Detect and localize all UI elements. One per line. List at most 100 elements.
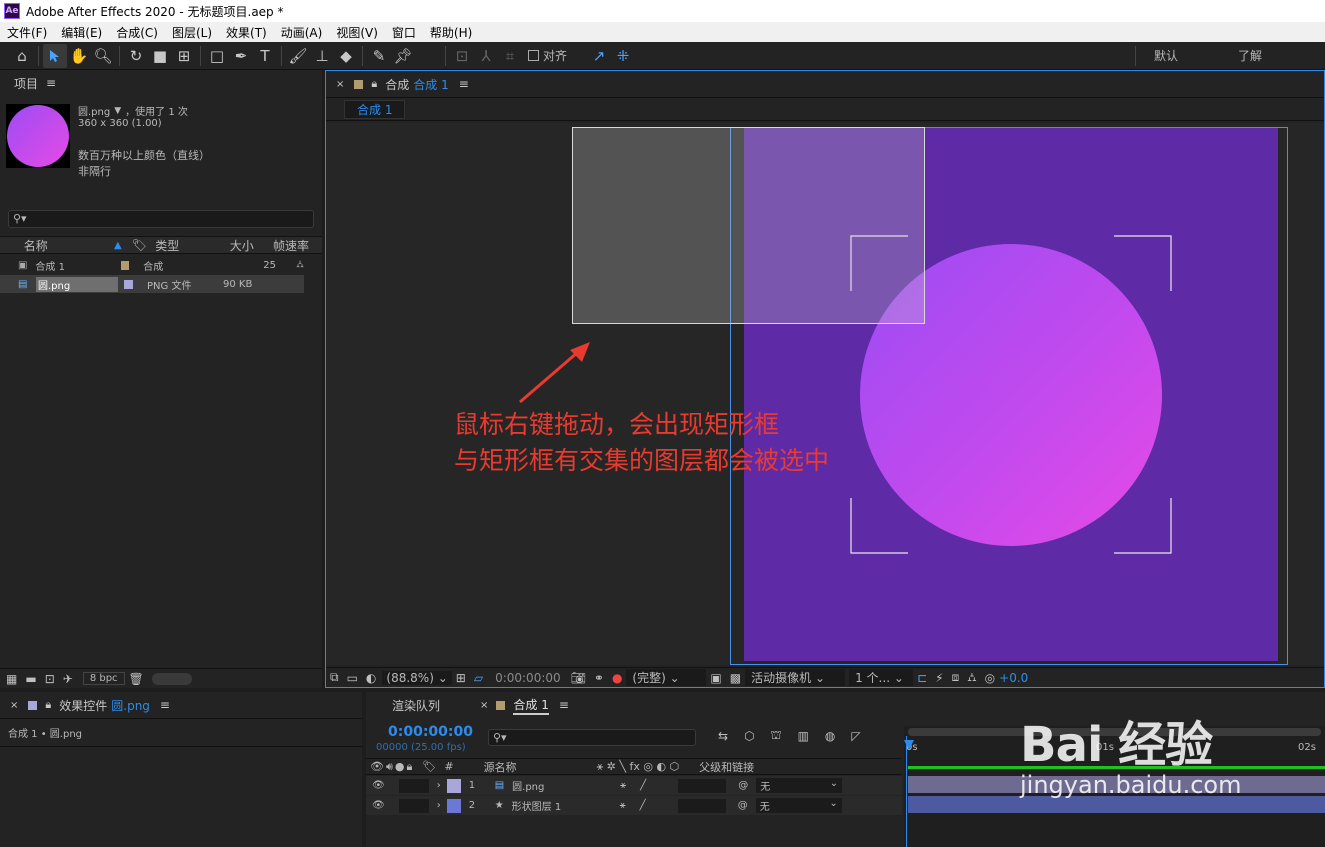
lock-icon[interactable]: 🔒︎ (371, 77, 377, 91)
region-of-interest-icon[interactable]: ▱ (474, 671, 483, 685)
monitor-icon[interactable]: ▭ (347, 671, 358, 685)
comp-tab[interactable]: × 🔒︎ 合成 合成 1 ≡ (326, 71, 1324, 97)
quality-switch-icon[interactable]: ╱ (640, 780, 646, 791)
view-axis-icon[interactable]: ⌗ (498, 44, 522, 68)
menu-edit[interactable]: 编辑(E) (54, 24, 109, 41)
layer-switches-left[interactable] (398, 798, 429, 813)
selection-tool-icon[interactable] (43, 43, 67, 68)
layer-switches-right[interactable] (677, 798, 726, 813)
adjust-icon[interactable]: ✈ (63, 672, 73, 686)
always-preview-icon[interactable]: ⧉ (330, 670, 339, 685)
menu-help[interactable]: 帮助(H) (423, 24, 479, 41)
resolution-dropdown[interactable]: (完整) ⌄ (626, 669, 707, 686)
expand-chevron-icon[interactable]: › (437, 800, 441, 811)
menu-composition[interactable]: 合成(C) (109, 24, 165, 41)
pick-whip-icon[interactable]: @ (738, 780, 748, 791)
menu-effect[interactable]: 效果(T) (219, 24, 274, 41)
label-swatch[interactable] (124, 279, 133, 289)
camera-dropdown[interactable]: 活动摄像机 ⌄ (745, 669, 846, 686)
shy-switch-icon[interactable]: ⚹ (620, 800, 626, 811)
snapshot-icon[interactable]: 📷︎ (571, 671, 586, 685)
timeline-search-input[interactable]: ⚲▾ (488, 729, 696, 746)
panel-menu-icon[interactable]: ≡ (46, 76, 56, 90)
snap-features-icon[interactable]: ⁜ (611, 44, 635, 68)
lock-icon[interactable]: 🔒︎ (45, 698, 51, 712)
lock-icon[interactable]: 🔒︎ (407, 760, 413, 774)
zoom-tool-icon[interactable]: 🔍︎ (91, 44, 115, 68)
fast-preview-icon[interactable]: ▣ (710, 671, 721, 685)
thumbnail-slider[interactable] (151, 672, 192, 685)
effects-tab[interactable]: × 🔒︎ 效果控件 圆.png ≡ (0, 692, 362, 718)
video-switch-icon[interactable]: 👁︎ (370, 760, 384, 773)
label-tag-icon[interactable]: 🏷︎ (132, 238, 156, 252)
col-size[interactable]: 大小 (230, 237, 273, 254)
camera-tool-icon[interactable]: ■ (148, 44, 172, 68)
draft-3d-icon[interactable]: ⬡ (744, 729, 754, 743)
col-name[interactable]: 名称 (16, 237, 114, 254)
comp-mini-flowchart-icon[interactable]: ⇆ (718, 729, 728, 743)
views-dropdown[interactable]: 1 个... ⌄ (849, 669, 914, 686)
puppet-pin-tool-icon[interactable]: 📌︎ (391, 44, 415, 68)
show-snapshot-icon[interactable]: ⚭ (594, 671, 604, 685)
audio-switch-icon[interactable]: 🔊︎ (386, 760, 393, 774)
transparency-grid-icon[interactable]: ▩ (730, 671, 741, 685)
layer-name[interactable]: 圆.png (512, 778, 612, 793)
expand-chevron-icon[interactable]: › (437, 780, 441, 791)
brush-tool-icon[interactable]: 🖌︎ (286, 44, 310, 68)
comp-breadcrumb[interactable]: 合成 1 (344, 99, 406, 119)
workspace-learn[interactable]: 了解 (1238, 47, 1262, 64)
shy-switch-icon[interactable]: ⚹ (620, 780, 626, 791)
menu-view[interactable]: 视图(V) (329, 24, 385, 41)
label-swatch[interactable] (446, 798, 461, 813)
project-row-selected[interactable]: ▤ 圆.png PNG 文件 90 KB (0, 275, 304, 293)
workspace-default[interactable]: 默认 (1154, 47, 1178, 64)
layer-switches-left[interactable] (398, 778, 429, 793)
current-time[interactable]: 0:00:00:00 (495, 671, 561, 685)
fast-previews-icon[interactable]: ⚡ (935, 671, 943, 685)
menu-animation[interactable]: 动画(A) (274, 24, 330, 41)
timeline-layer-row[interactable]: 👁︎ › 2 ★ 形状图层 1 ⚹ ╱ @ 无 ⌄ (366, 796, 902, 815)
parent-dropdown[interactable]: 无 ⌄ (755, 798, 842, 813)
close-icon[interactable]: × (10, 700, 18, 711)
snap-edges-icon[interactable]: ↗ (587, 44, 611, 68)
col-fps[interactable]: 帧速率 (273, 237, 322, 254)
trash-icon[interactable]: 🗑︎ (129, 672, 144, 686)
snap-toggle[interactable]: 对齐 (528, 47, 567, 64)
interpret-footage-icon[interactable]: ▦ (6, 672, 17, 686)
pen-tool-icon[interactable]: ✒ (229, 44, 253, 68)
mask-visibility-icon[interactable]: ◐ (366, 671, 376, 685)
close-icon[interactable]: × (480, 700, 488, 711)
reset-exposure-icon[interactable]: ◎ (985, 671, 995, 685)
graph-editor-icon[interactable]: ◸ (851, 729, 860, 743)
type-tool-icon[interactable]: T (253, 44, 277, 68)
panel-menu-icon[interactable]: ≡ (459, 77, 469, 91)
exposure-value[interactable]: +0.0 (999, 671, 1028, 685)
menu-window[interactable]: 窗口 (385, 24, 423, 41)
timecode[interactable]: 0:00:00:00 (388, 724, 473, 740)
panel-menu-icon[interactable]: ≡ (559, 698, 569, 712)
col-source-name[interactable]: 源名称 (484, 759, 517, 775)
label-swatch[interactable] (120, 260, 130, 270)
timeline-icon[interactable]: ⧈ (952, 670, 960, 685)
timeline-layer-row[interactable]: 👁︎ › 1 ▤ 圆.png ⚹ ╱ @ 无 ⌄ (366, 776, 902, 795)
flowchart-icon[interactable]: ⛼ (967, 670, 976, 686)
new-comp-icon[interactable]: ⊡ (45, 672, 55, 686)
col-type[interactable]: 类型 (155, 237, 230, 254)
project-tab[interactable]: 项目 ≡ (0, 70, 322, 96)
project-search-input[interactable]: ⚲▾ (8, 210, 314, 228)
render-queue-tab[interactable]: 渲染队列 (392, 697, 440, 714)
close-icon[interactable]: × (336, 79, 344, 90)
quality-switch-icon[interactable]: ╱ (640, 800, 646, 811)
label-tag-icon[interactable]: 🏷︎ (422, 760, 436, 773)
world-axis-icon[interactable]: ⅄ (474, 44, 498, 68)
visibility-eye-icon[interactable]: 👁︎ (372, 780, 385, 791)
channel-rgb-icon[interactable]: ● (612, 671, 622, 685)
parent-dropdown[interactable]: 无 ⌄ (756, 778, 843, 793)
frame-blending-icon[interactable]: ▥ (798, 729, 809, 743)
snap-checkbox[interactable] (528, 50, 539, 61)
label-swatch[interactable] (446, 778, 461, 793)
comp-viewer[interactable]: 鼠标右键拖动，会出现矩形框 与矩形框有交集的图层都会被选中 (326, 123, 1324, 665)
menu-file[interactable]: 文件(F) (0, 24, 54, 41)
toggle-pixel-aspect-icon[interactable]: ⊏ (917, 671, 927, 685)
layer-name[interactable]: 形状图层 1 (512, 798, 612, 813)
